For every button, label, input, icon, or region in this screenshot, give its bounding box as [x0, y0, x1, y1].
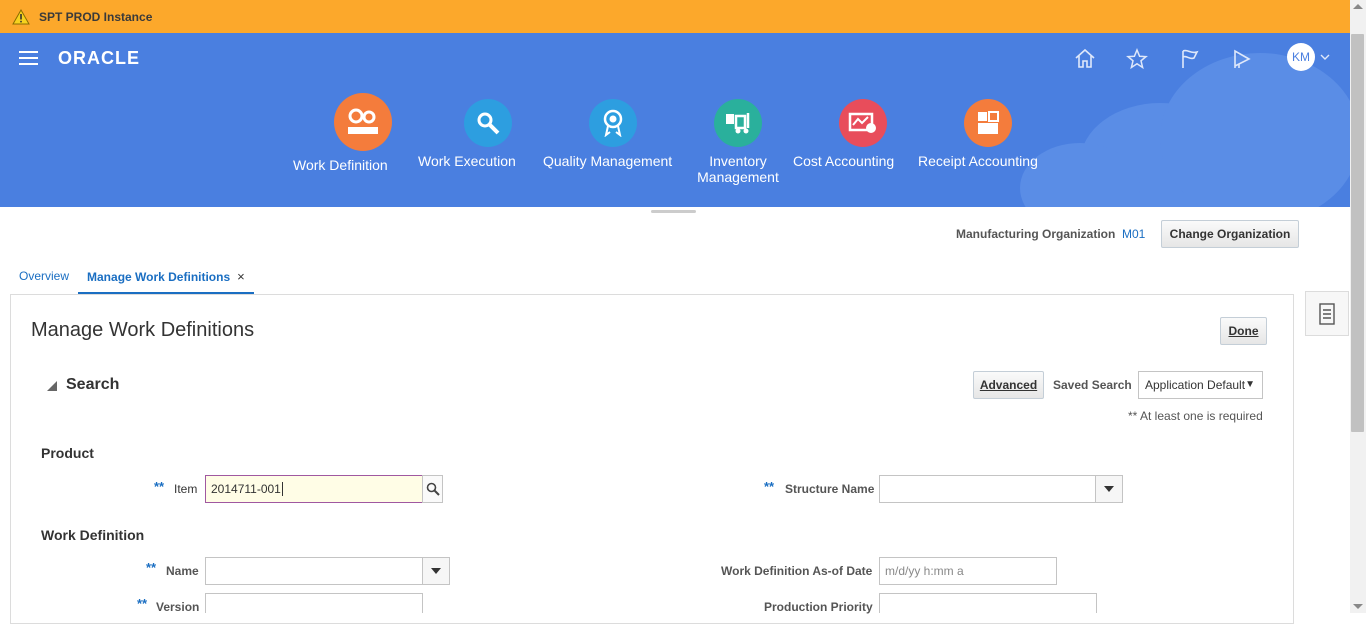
panel-drawer-tab[interactable] [1305, 291, 1349, 336]
scroll-down-arrow-icon[interactable] [1353, 604, 1363, 609]
task-list-icon [1319, 302, 1335, 325]
app-label: Work Execution [418, 153, 516, 169]
app-tile-receipt-accounting[interactable]: Receipt Accounting [918, 93, 1058, 169]
app-tile-cost-accounting[interactable]: Cost Accounting [793, 93, 933, 169]
required-marker: ** [137, 596, 148, 611]
name-label: Name [166, 564, 199, 578]
asof-date-label: Work Definition As-of Date [721, 564, 873, 578]
work-definition-section-heading: Work Definition [41, 527, 145, 543]
tab-overview[interactable]: Overview [10, 263, 78, 295]
name-dropdown[interactable] [422, 557, 450, 585]
required-note: ** At least one is required [1128, 409, 1263, 423]
notifications-icon[interactable] [1230, 47, 1254, 71]
quality-ribbon-icon [589, 99, 637, 147]
name-input[interactable] [205, 557, 423, 585]
tab-manage-work-definitions[interactable]: Manage Work Definitions × [78, 263, 254, 295]
tab-bar: Overview Manage Work Definitions × [10, 263, 254, 295]
tab-label: Manage Work Definitions [87, 270, 231, 284]
advanced-button[interactable]: Advanced [973, 371, 1044, 399]
app-tile-quality-management[interactable]: Quality Management [543, 93, 683, 169]
structure-name-dropdown[interactable] [1095, 475, 1123, 503]
version-label: Version [156, 600, 200, 614]
app-label: Receipt Accounting [918, 153, 1038, 169]
app-tile-work-definition[interactable]: Work Definition [293, 93, 433, 173]
saved-search-label: Saved Search [1053, 378, 1132, 392]
change-organization-button[interactable]: Change Organization [1161, 220, 1299, 248]
scroll-up-arrow-icon[interactable] [1353, 4, 1363, 9]
item-label: Item [174, 482, 198, 496]
production-priority-label: Production Priority [764, 600, 873, 614]
structure-name-input[interactable] [879, 475, 1096, 503]
cost-accounting-icon [839, 99, 887, 147]
search-heading: Search [66, 376, 120, 393]
springboard-header: ORACLE KM Work Definition Work Execution… [0, 33, 1350, 207]
item-search-button[interactable] [422, 475, 443, 503]
product-section-heading: Product [41, 445, 94, 461]
app-tile-work-execution[interactable]: Work Execution [418, 93, 558, 169]
navigator-menu-icon[interactable] [19, 51, 38, 65]
app-label: Quality Management [543, 153, 673, 169]
watchlist-flag-icon[interactable] [1178, 47, 1202, 71]
required-marker: ** [764, 479, 775, 494]
user-avatar[interactable]: KM [1287, 43, 1315, 71]
saved-search-value: Application Default [1145, 378, 1246, 392]
collapse-triangle-icon[interactable] [47, 381, 57, 391]
required-marker: ** [154, 479, 165, 494]
required-marker: ** [146, 560, 157, 575]
item-value: 2014711-001 [211, 482, 281, 496]
chevron-down-icon[interactable] [1320, 53, 1330, 61]
org-value-link[interactable]: M01 [1122, 227, 1145, 241]
asof-date-input[interactable]: m/d/yy h:mm a [879, 557, 1057, 585]
instance-banner-text: SPT PROD Instance [39, 9, 153, 24]
receipt-accounting-icon [964, 99, 1012, 147]
home-icon[interactable] [1073, 47, 1097, 71]
done-button[interactable]: Done [1220, 317, 1267, 345]
content-panel [10, 294, 1294, 624]
saved-search-select[interactable]: Application Default ▼ [1138, 371, 1263, 399]
search-icon [426, 482, 440, 496]
caret-down-icon [431, 568, 441, 574]
item-input[interactable]: 2014711-001 [205, 475, 423, 503]
app-label: Work Definition [293, 157, 388, 173]
app-label: Inventory Management [697, 153, 779, 185]
version-input[interactable] [205, 593, 423, 613]
instance-banner: SPT PROD Instance [0, 0, 1366, 33]
tab-label: Overview [19, 269, 70, 283]
org-label: Manufacturing Organization [956, 227, 1116, 241]
work-execution-icon [464, 99, 512, 147]
production-priority-input[interactable] [879, 593, 1097, 613]
close-tab-icon[interactable]: × [237, 269, 245, 284]
page-title: Manage Work Definitions [31, 319, 255, 341]
springboard-collapse-handle[interactable] [651, 210, 696, 213]
work-definition-icon [334, 93, 392, 151]
app-tile-inventory-management[interactable]: Inventory Management [668, 93, 808, 185]
favorites-star-icon[interactable] [1125, 47, 1149, 71]
oracle-logo: ORACLE [58, 48, 140, 68]
app-label: Cost Accounting [793, 153, 895, 169]
dropdown-arrow-icon: ▼ [1245, 379, 1255, 390]
caret-down-icon [1104, 486, 1114, 492]
forklift-icon [714, 99, 762, 147]
structure-name-label: Structure Name [785, 482, 875, 496]
asof-date-placeholder: m/d/yy h:mm a [885, 564, 964, 578]
warning-icon [12, 8, 30, 24]
scrollbar-thumb[interactable] [1351, 34, 1364, 432]
